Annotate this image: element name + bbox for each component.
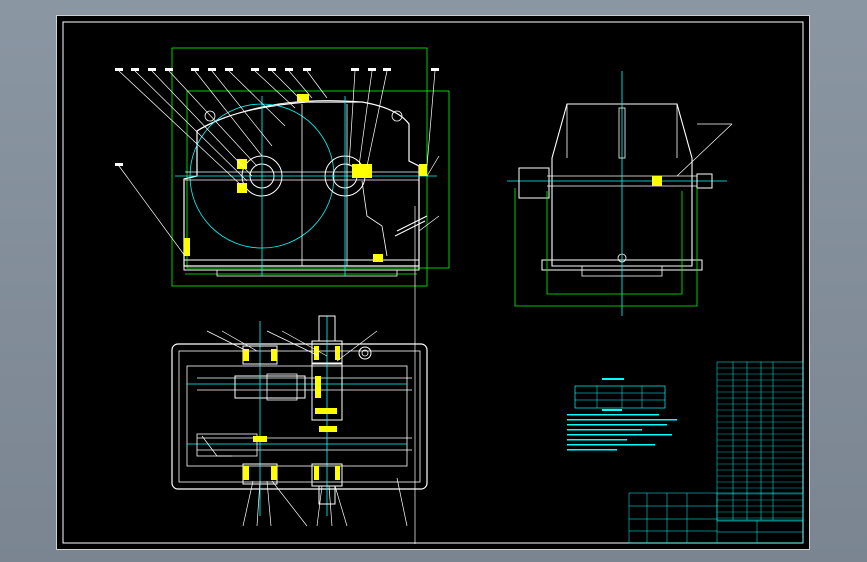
parts-list-rows — [717, 367, 803, 519]
inner-border — [62, 21, 804, 544]
side-view — [507, 71, 733, 316]
drawing-sheet — [56, 15, 810, 550]
technical-characteristics — [574, 385, 666, 409]
plan-view — [171, 315, 428, 527]
technical-requirements — [567, 378, 677, 451]
parts-list — [716, 361, 804, 521]
cad-drawing — [62, 21, 804, 544]
front-view — [115, 47, 450, 287]
